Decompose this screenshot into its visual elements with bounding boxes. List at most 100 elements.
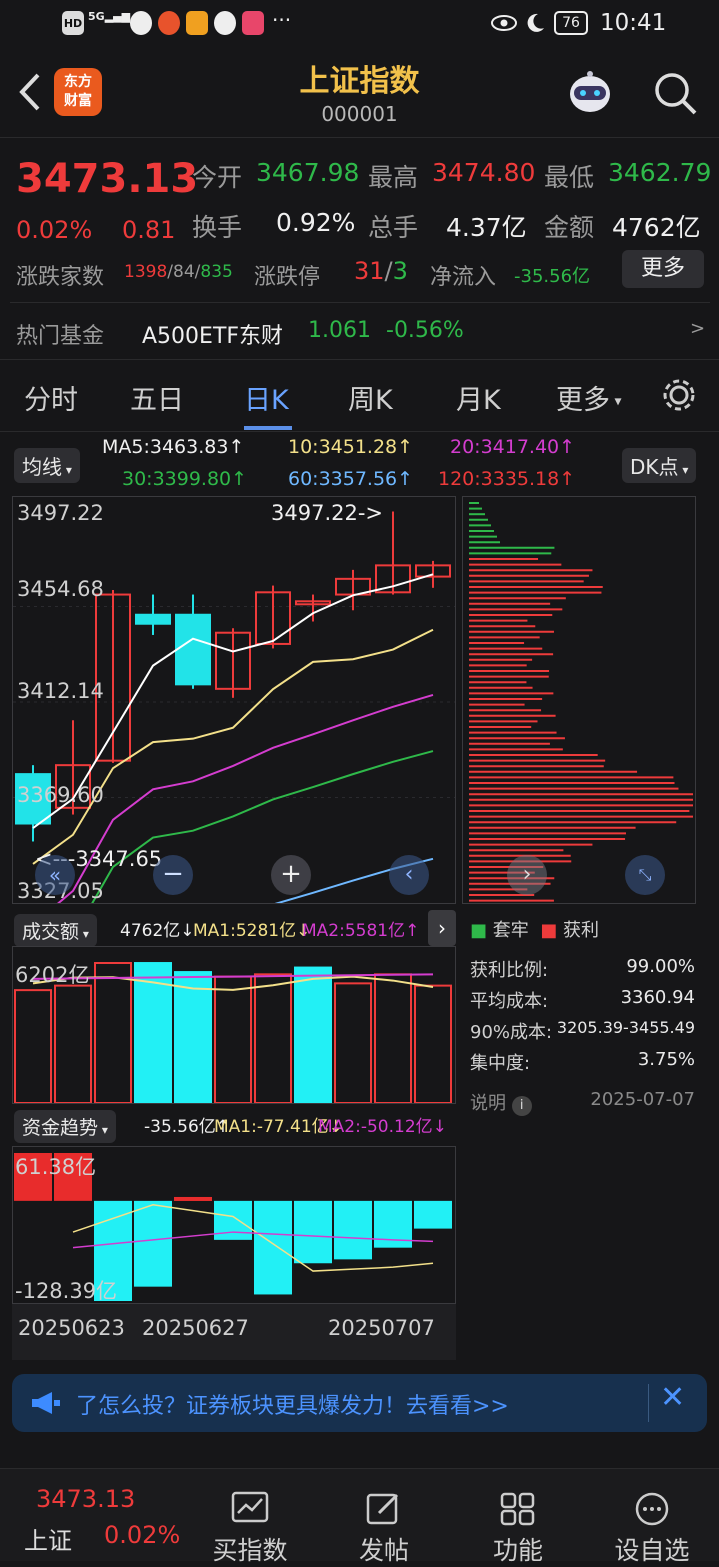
y-tick: 61.38亿 (15, 1155, 97, 1179)
add-watchlist-button[interactable]: 设自选 (592, 1491, 712, 1567)
app-notif-icon (242, 11, 264, 35)
scroll-left-button[interactable]: « (35, 855, 75, 895)
flow-bar (174, 1196, 212, 1201)
chip-distribution-panel[interactable]: › ⤡ (462, 496, 696, 904)
header: 东方 财富 上证指数 000001 (0, 48, 719, 138)
change-pct: 0.02% (16, 216, 93, 244)
volume-value: 4.37亿 (446, 213, 527, 242)
volume-bar (414, 984, 452, 1105)
volume-indicator-selector[interactable]: 成交额 ▾ (14, 914, 97, 947)
profit-ratio-label: 获利比例: (470, 960, 549, 981)
ma120-label: 120:3335.18↑ (438, 468, 576, 490)
fund-flow-ma2: MA2:-50.12亿↓ (318, 1117, 447, 1137)
flow-bar (254, 1200, 292, 1295)
fund-flow-panel: 61.38亿 -128.39亿 (12, 1146, 456, 1304)
promo-banner[interactable]: 了怎么投？证券板块更具爆发力！去看看>> ✕ (12, 1374, 707, 1432)
breadth-value: 1398/84/835 (124, 262, 233, 282)
volume-bar (334, 982, 372, 1104)
bottom-bar: 3473.13 上证 0.02% 买指数 发帖 功能 设自选 (0, 1468, 719, 1565)
tab-intraday[interactable]: 分时 (24, 378, 78, 417)
last-price: 3473.13 (16, 156, 199, 202)
fund-flow-selector[interactable]: 资金趋势 ▾ (14, 1110, 116, 1143)
step-left-button[interactable]: ‹ (389, 855, 429, 895)
flow-bar (414, 1200, 452, 1229)
volume-bar (374, 973, 412, 1104)
active-tab-indicator (244, 426, 292, 430)
more-circle-icon (635, 1492, 669, 1526)
chip-legend: ■ 套牢 ■ 获利 (470, 920, 599, 941)
signal-icon: 5G▂▄▆ (88, 10, 131, 23)
banner-text[interactable]: 了怎么投？证券板块更具爆发力！去看看>> (76, 1388, 509, 1420)
app-notif-icon (186, 11, 208, 35)
change-value: 0.81 (122, 216, 176, 244)
tab-daily-k[interactable]: 日K (244, 378, 289, 417)
y-tick: 6202亿 (15, 963, 90, 987)
open-label: 今开 (192, 163, 243, 192)
bottom-index-name: 上证 (24, 1527, 72, 1555)
ma5-label: MA5:3463.83↑ (102, 436, 245, 458)
expand-icon[interactable]: ⤡ (625, 855, 665, 895)
functions-button[interactable]: 功能 (458, 1491, 578, 1567)
flow-bar (334, 1200, 372, 1260)
volume-bar (254, 973, 292, 1104)
moon-icon (527, 13, 544, 32)
close-icon[interactable]: ✕ (660, 1380, 685, 1415)
hot-fund-name[interactable]: A500ETF东财 (142, 318, 283, 350)
volume-ma1: MA1:5281亿↓ (193, 921, 311, 941)
inflow-value: -35.56亿 (514, 266, 591, 287)
robot-assistant-icon[interactable] (562, 68, 618, 120)
note-link[interactable]: 说明 i (470, 1089, 532, 1116)
dk-point-button[interactable]: DK点 ▾ (622, 448, 697, 483)
avg-cost-value: 3360.94 (620, 987, 695, 1008)
y-tick: 3412.14 (17, 679, 104, 703)
qq-icon (214, 11, 236, 35)
more-dots-icon: ··· (272, 8, 292, 32)
zoom-out-button[interactable]: − (153, 855, 193, 895)
avg-cost-label: 平均成本: (470, 991, 549, 1012)
chevron-right-icon[interactable]: > (690, 318, 705, 339)
tab-weekly-k[interactable]: 周K (348, 378, 393, 417)
limit-value: 31/3 (354, 257, 408, 285)
more-button[interactable]: 更多 (622, 250, 704, 288)
settings-gear-icon[interactable] (660, 376, 698, 414)
ma10-label: 10:3451.28↑ (288, 436, 414, 458)
kline-panel[interactable]: 3497.22 3454.68 3412.14 3369.60 3327.05 … (12, 496, 456, 1128)
date-tick: 20250707 (328, 1316, 435, 1340)
search-icon[interactable] (652, 70, 698, 116)
megaphone-icon (32, 1392, 60, 1414)
ma20-label: 20:3417.40↑ (450, 436, 576, 458)
cost90-value: 3205.39-3455.49 (556, 1018, 695, 1037)
hot-fund-price: 1.061 (308, 318, 371, 343)
quote-panel: 3473.13 0.02% 0.81 今开 3467.98 最高 3474.80… (0, 138, 719, 360)
ma-selector[interactable]: 均线 ▾ (14, 448, 80, 483)
ma60-label: 60:3357.56↑ (288, 468, 414, 490)
app-notif-icon (158, 11, 180, 35)
tab-five-day[interactable]: 五日 (130, 378, 184, 417)
tab-more[interactable]: 更多 ▾ (556, 378, 621, 417)
chip-step-button[interactable]: › (507, 855, 547, 895)
tab-monthly-k[interactable]: 月K (456, 378, 501, 417)
zoom-in-button[interactable]: + (271, 855, 311, 895)
trend-chart-icon (231, 1491, 269, 1523)
flow-bar (294, 1200, 332, 1264)
eye-icon (491, 15, 517, 31)
high-label: 最高 (368, 163, 419, 192)
volume-ma2: MA2:5581亿↑ (302, 921, 420, 941)
open-value: 3467.98 (256, 158, 360, 187)
turnover-label: 换手 (192, 213, 243, 242)
volume-bar (174, 971, 212, 1104)
inflow-label: 净流入 (430, 265, 497, 290)
chevron-right-icon[interactable]: › (428, 910, 456, 946)
volume-bar (294, 966, 332, 1105)
post-button[interactable]: 发帖 (324, 1491, 444, 1567)
volume-bar (54, 984, 92, 1105)
candle-body (175, 613, 211, 686)
status-bar: HD 5G▂▄▆ ··· 76 10:41 (0, 0, 719, 48)
amount-value: 4762亿 (612, 213, 701, 242)
y-tick: -128.39亿 (15, 1279, 118, 1303)
date-tick: 20250627 (142, 1316, 249, 1340)
low-value: 3462.79 (608, 158, 712, 187)
buy-index-button[interactable]: 买指数 (190, 1491, 310, 1567)
volume-panel: 6202亿 (12, 946, 456, 1105)
amount-label: 金额 (544, 213, 595, 242)
